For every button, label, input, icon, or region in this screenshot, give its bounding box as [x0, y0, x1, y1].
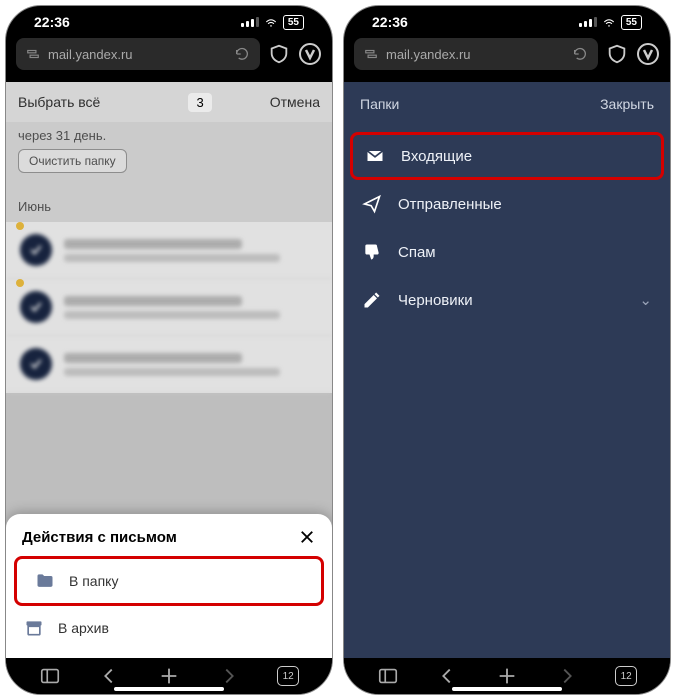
- mail-list: [6, 222, 332, 393]
- home-indicator: [114, 687, 224, 691]
- shield-icon[interactable]: [268, 43, 290, 65]
- folders-title: Папки: [360, 96, 399, 112]
- vivaldi-icon[interactable]: [298, 42, 322, 66]
- status-icons: 55: [579, 15, 642, 30]
- select-all-link[interactable]: Выбрать всё: [18, 94, 100, 110]
- plus-icon[interactable]: [158, 665, 180, 687]
- back-icon[interactable]: [98, 665, 120, 687]
- archive-icon: [24, 618, 44, 638]
- url-field[interactable]: mail.yandex.ru: [354, 38, 598, 70]
- clear-folder-button[interactable]: Очистить папку: [18, 149, 127, 173]
- month-header: Июнь: [6, 183, 332, 222]
- chevron-down-icon[interactable]: ⌄: [639, 291, 652, 309]
- panel-icon[interactable]: [39, 665, 61, 687]
- folder-inbox[interactable]: Входящие: [350, 132, 664, 180]
- url-text: mail.yandex.ru: [48, 47, 133, 62]
- status-bar: 22:36 55: [6, 6, 332, 38]
- pencil-icon: [362, 290, 382, 310]
- reload-icon[interactable]: [234, 46, 250, 62]
- site-settings-icon: [26, 47, 40, 61]
- checkbox-checked[interactable]: [20, 348, 52, 380]
- folder-drafts[interactable]: Черновики ⌄: [344, 276, 670, 324]
- wifi-icon: [264, 15, 278, 29]
- folder-label: Входящие: [401, 148, 472, 165]
- to-archive-label: В архив: [58, 620, 109, 636]
- archive-button[interactable]: В архив: [6, 606, 332, 650]
- battery-icon: 55: [283, 15, 304, 30]
- home-indicator: [452, 687, 562, 691]
- folder-label: Отправленные: [398, 196, 502, 213]
- mail-row[interactable]: [6, 222, 332, 279]
- folders-panel: Папки Закрыть Входящие Отправленные Спам…: [344, 82, 670, 658]
- mail-row[interactable]: [6, 279, 332, 336]
- checkbox-checked[interactable]: [20, 234, 52, 266]
- url-bar: mail.yandex.ru: [6, 38, 332, 70]
- sheet-title: Действия с письмом: [22, 529, 177, 546]
- signal-icon: [579, 17, 597, 27]
- vivaldi-icon[interactable]: [636, 42, 660, 66]
- mail-content: Выбрать всё 3 Отмена через 31 день. Очис…: [6, 82, 332, 658]
- info-text: через 31 день.: [18, 128, 320, 143]
- check-icon: [28, 299, 44, 315]
- time: 22:36: [34, 14, 70, 30]
- folder-sent[interactable]: Отправленные: [344, 180, 670, 228]
- thumbs-down-icon: [362, 242, 382, 262]
- mail-row[interactable]: [6, 336, 332, 393]
- url-field[interactable]: mail.yandex.ru: [16, 38, 260, 70]
- signal-icon: [241, 17, 259, 27]
- check-icon: [28, 356, 44, 372]
- forward-icon: [218, 665, 240, 687]
- check-icon: [28, 242, 44, 258]
- panel-icon[interactable]: [377, 665, 399, 687]
- wifi-icon: [602, 15, 616, 29]
- mail-icon: [365, 146, 385, 166]
- folder-label: Спам: [398, 244, 436, 261]
- plus-icon[interactable]: [496, 665, 518, 687]
- status-icons: 55: [241, 15, 304, 30]
- url-text: mail.yandex.ru: [386, 47, 471, 62]
- battery-icon: 55: [621, 15, 642, 30]
- action-sheet: Действия с письмом В папку В архив: [6, 514, 332, 658]
- reload-icon[interactable]: [572, 46, 588, 62]
- cancel-link[interactable]: Отмена: [270, 94, 320, 110]
- back-icon[interactable]: [436, 665, 458, 687]
- phone-right: 22:36 55 mail.yandex.ru Папки Закрыть Вх…: [343, 5, 671, 695]
- folder-icon: [35, 571, 55, 591]
- folder-label: Черновики: [398, 292, 473, 309]
- shield-icon[interactable]: [606, 43, 628, 65]
- info-strip: через 31 день. Очистить папку: [6, 122, 332, 183]
- to-folder-label: В папку: [69, 573, 118, 589]
- site-settings-icon: [364, 47, 378, 61]
- status-bar: 22:36 55: [344, 6, 670, 38]
- forward-icon: [556, 665, 578, 687]
- send-icon: [362, 194, 382, 214]
- move-to-folder-button[interactable]: В папку: [14, 556, 324, 606]
- tabs-button[interactable]: 12: [615, 666, 637, 686]
- tabs-button[interactable]: 12: [277, 666, 299, 686]
- folder-list: Входящие Отправленные Спам Черновики ⌄: [344, 126, 670, 330]
- folder-spam[interactable]: Спам: [344, 228, 670, 276]
- selection-count: 3: [188, 93, 211, 112]
- selection-bar: Выбрать всё 3 Отмена: [6, 82, 332, 122]
- phone-left: 22:36 55 mail.yandex.ru Выбрать всё 3 От…: [5, 5, 333, 695]
- close-link[interactable]: Закрыть: [600, 96, 654, 112]
- close-icon[interactable]: [298, 528, 316, 546]
- time: 22:36: [372, 14, 408, 30]
- checkbox-checked[interactable]: [20, 291, 52, 323]
- url-bar: mail.yandex.ru: [344, 38, 670, 70]
